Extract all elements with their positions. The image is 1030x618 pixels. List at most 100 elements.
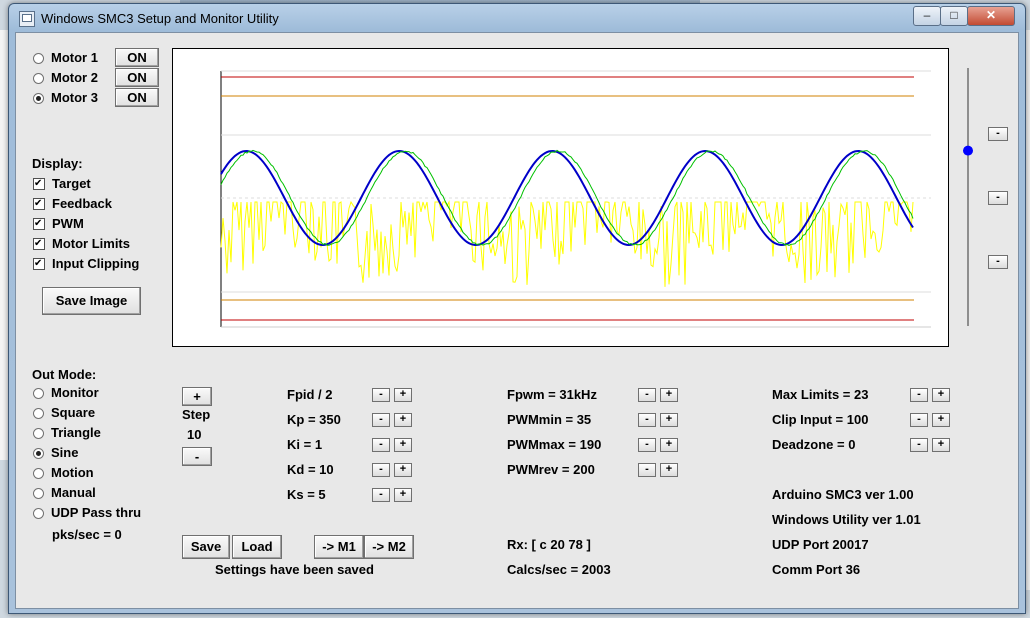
max-limits-plus-button[interactable]: + [932, 388, 950, 402]
save-image-button[interactable]: Save Image [42, 287, 141, 315]
mode-square-radio[interactable] [33, 408, 44, 419]
mode-manual-radio[interactable] [33, 488, 44, 499]
pwmmin-label: PWMmin = 35 [507, 412, 592, 427]
client-area: Motor 1 ON Motor 2 ON Motor 3 ON Display… [15, 32, 1019, 609]
pwmmax-plus-button[interactable]: + [660, 438, 678, 452]
copy-to-m1-button[interactable]: -> M1 [314, 535, 364, 559]
step-plus-button[interactable]: + [182, 387, 212, 406]
pwmrev-plus-button[interactable]: + [660, 463, 678, 477]
kp-minus-button[interactable]: - [372, 413, 390, 427]
ks-plus-button[interactable]: + [394, 488, 412, 502]
mode-manual-label: Manual [51, 485, 96, 500]
mode-triangle-radio[interactable] [33, 428, 44, 439]
deadzone-label: Deadzone = 0 [772, 437, 856, 452]
close-button[interactable]: ✕ [967, 6, 1015, 26]
motor-3-radio[interactable] [33, 93, 44, 104]
motor-2-on-button[interactable]: ON [115, 68, 159, 87]
display-heading: Display: [32, 156, 83, 171]
arduino-version: Arduino SMC3 ver 1.00 [772, 487, 914, 502]
feedback-label: Feedback [52, 196, 112, 211]
step-label: Step [182, 407, 211, 422]
kp-label: Kp = 350 [287, 412, 341, 427]
mode-motion-radio[interactable] [33, 468, 44, 479]
title-bar[interactable]: Windows SMC3 Setup and Monitor Utility –… [9, 4, 1025, 32]
motor-limits-label: Motor Limits [52, 236, 130, 251]
pks-sec-readout: pks/sec = 0 [52, 527, 122, 542]
monitor-plot [220, 70, 931, 328]
ks-label: Ks = 5 [287, 487, 326, 502]
max-limits-label: Max Limits = 23 [772, 387, 869, 402]
calcs-readout: Calcs/sec = 2003 [507, 562, 611, 577]
mode-monitor-radio[interactable] [33, 388, 44, 399]
ki-minus-button[interactable]: - [372, 438, 390, 452]
fpwm-label: Fpwm = 31kHz [507, 387, 597, 402]
main-window: Windows SMC3 Setup and Monitor Utility –… [8, 3, 1026, 614]
pwmrev-minus-button[interactable]: - [638, 463, 656, 477]
mode-udp-label: UDP Pass thru [51, 505, 142, 520]
motor-3-on-button[interactable]: ON [115, 88, 159, 107]
deadzone-minus-button[interactable]: - [910, 438, 928, 452]
pwm-checkbox[interactable] [33, 218, 45, 230]
pwmmax-minus-button[interactable]: - [638, 438, 656, 452]
pwm-label: PWM [52, 216, 84, 231]
copy-to-m2-button[interactable]: -> M2 [364, 535, 414, 559]
max-limits-minus-button[interactable]: - [910, 388, 928, 402]
motor-2-radio[interactable] [33, 73, 44, 84]
motor-3-label: Motor 3 [51, 90, 98, 105]
mode-triangle-label: Triangle [51, 425, 101, 440]
app-icon [19, 11, 35, 27]
mode-udp-radio[interactable] [33, 508, 44, 519]
step-value: 10 [187, 427, 202, 442]
kd-label: Kd = 10 [287, 462, 334, 477]
clip-input-plus-button[interactable]: + [932, 413, 950, 427]
target-label: Target [52, 176, 91, 191]
pwmmin-minus-button[interactable]: - [638, 413, 656, 427]
clip-input-minus-button[interactable]: - [910, 413, 928, 427]
fpid-label: Fpid / 2 [287, 387, 333, 402]
fpid-minus-button[interactable]: - [372, 388, 390, 402]
motor-1-radio[interactable] [33, 53, 44, 64]
udp-port: UDP Port 20017 [772, 537, 869, 552]
deadzone-plus-button[interactable]: + [932, 438, 950, 452]
feedback-checkbox[interactable] [33, 198, 45, 210]
motor-limits-checkbox[interactable] [33, 238, 45, 250]
ks-minus-button[interactable]: - [372, 488, 390, 502]
out-mode-heading: Out Mode: [32, 367, 97, 382]
pwmmin-plus-button[interactable]: + [660, 413, 678, 427]
maximize-button[interactable]: □ [940, 6, 968, 26]
mode-monitor-label: Monitor [51, 385, 99, 400]
fpwm-plus-button[interactable]: + [660, 388, 678, 402]
fpid-plus-button[interactable]: + [394, 388, 412, 402]
clip-input-label: Clip Input = 100 [772, 412, 869, 427]
mode-square-label: Square [51, 405, 96, 420]
utility-version: Windows Utility ver 1.01 [772, 512, 921, 527]
ki-label: Ki = 1 [287, 437, 323, 452]
slider-minus-button-2[interactable]: - [988, 191, 1008, 205]
mode-sine-radio[interactable] [33, 448, 44, 459]
slider-minus-button-1[interactable]: - [988, 127, 1008, 141]
motor-1-label: Motor 1 [51, 50, 98, 65]
load-button[interactable]: Load [232, 535, 282, 559]
mode-motion-label: Motion [51, 465, 94, 480]
mode-sine-label: Sine [51, 445, 79, 460]
kd-minus-button[interactable]: - [372, 463, 390, 477]
kd-plus-button[interactable]: + [394, 463, 412, 477]
comm-port: Comm Port 36 [772, 562, 861, 577]
fpwm-minus-button[interactable]: - [638, 388, 656, 402]
pwmrev-label: PWMrev = 200 [507, 462, 595, 477]
minimize-button[interactable]: – [913, 6, 941, 26]
slider-thumb[interactable] [963, 145, 973, 156]
kp-plus-button[interactable]: + [394, 413, 412, 427]
target-checkbox[interactable] [33, 178, 45, 190]
position-slider[interactable] [961, 68, 975, 328]
input-clipping-checkbox[interactable] [33, 258, 45, 270]
step-minus-button[interactable]: - [182, 447, 212, 466]
save-button[interactable]: Save [182, 535, 230, 559]
input-clipping-label: Input Clipping [52, 256, 140, 271]
motor-1-on-button[interactable]: ON [115, 48, 159, 67]
motor-2-label: Motor 2 [51, 70, 98, 85]
ki-plus-button[interactable]: + [394, 438, 412, 452]
slider-minus-button-3[interactable]: - [988, 255, 1008, 269]
window-title: Windows SMC3 Setup and Monitor Utility [41, 11, 279, 26]
pwmmax-label: PWMmax = 190 [507, 437, 602, 452]
